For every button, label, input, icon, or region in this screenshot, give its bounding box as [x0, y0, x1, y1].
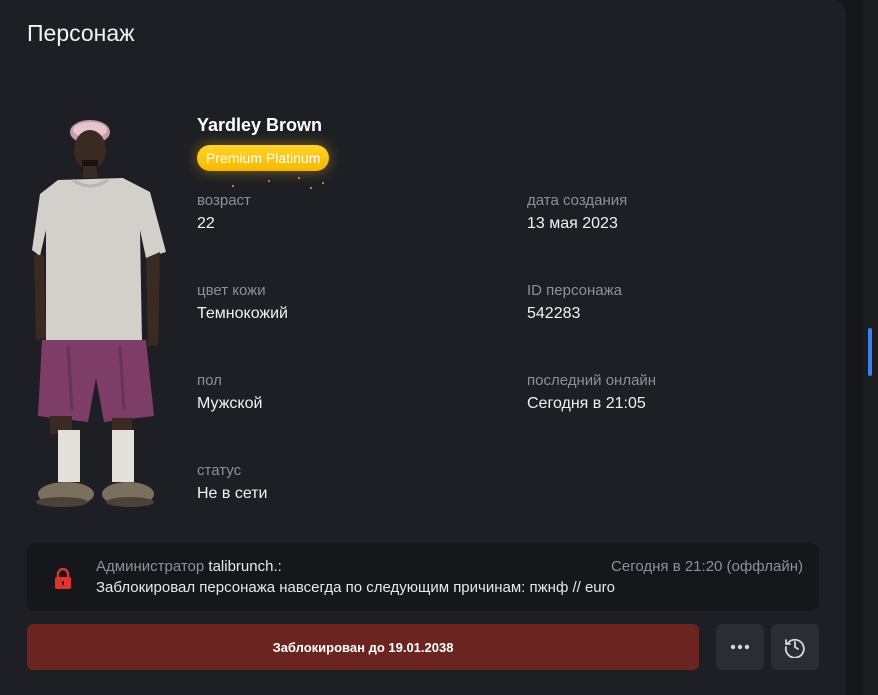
last-online-label: последний онлайн: [527, 372, 657, 389]
sex-label: пол: [197, 372, 222, 389]
status-label: статус: [197, 462, 242, 479]
badge-sparkle: [232, 185, 234, 187]
badge-sparkle: [298, 177, 300, 179]
more-options-button[interactable]: [716, 624, 764, 670]
age-value: 22: [197, 215, 215, 232]
page-title: Персонаж: [27, 20, 135, 46]
created-date-label: дата создания: [527, 192, 628, 209]
history-clock-icon: [784, 638, 805, 658]
blocked-until-button[interactable]: Заблокирован до 19.01.2038: [27, 624, 699, 670]
badge-sparkle: [268, 180, 270, 182]
admin-role: Администратор: [96, 558, 205, 575]
badge-sparkle: [322, 182, 324, 184]
ban-log-time: Сегодня в 21:20 (оффлайн): [611, 558, 803, 575]
ban-log-entry: Администратор talibrunch.: Сегодня в 21:…: [27, 543, 819, 611]
ban-log-admin: Администратор talibrunch.:: [96, 558, 282, 575]
badge-sparkle: [310, 187, 312, 189]
scrollbar-thumb[interactable]: [868, 328, 872, 376]
character-avatar: [32, 120, 166, 507]
last-online-value: Сегодня в 21:05: [527, 395, 646, 412]
created-date-value: 13 мая 2023: [527, 215, 618, 232]
character-name: Yardley Brown: [197, 115, 323, 135]
skin-color-value: Темнокожий: [197, 305, 288, 322]
ban-log-reason: Заблокировал персонажа навсегда по следу…: [96, 579, 615, 596]
skin-color-label: цвет кожи: [197, 282, 266, 299]
character-card: Персонаж Yardley Brown Premium Platinum: [0, 0, 846, 695]
premium-badge: Premium Platinum: [197, 145, 330, 171]
lock-icon: [55, 568, 71, 589]
age-label: возраст: [197, 192, 251, 209]
history-button[interactable]: [771, 624, 819, 670]
character-id-label: ID персонажа: [527, 282, 622, 299]
more-dots-icon: [730, 644, 750, 650]
character-id-value: 542283: [527, 305, 581, 322]
status-value: Не в сети: [197, 485, 268, 502]
admin-nick: talibrunch.:: [208, 558, 282, 575]
sex-value: Мужской: [197, 395, 263, 412]
